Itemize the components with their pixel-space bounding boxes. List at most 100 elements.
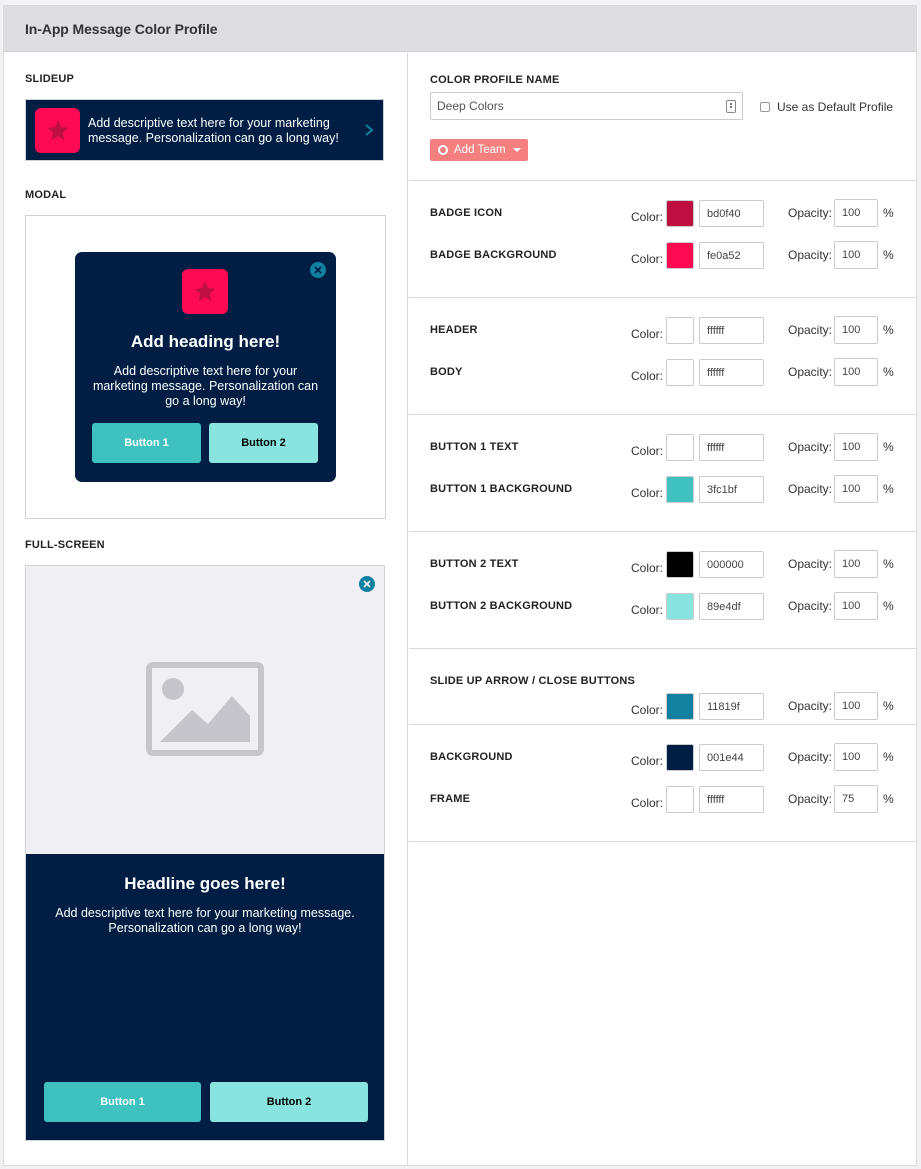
hex-input[interactable]: 001e44 [699, 744, 764, 771]
opacity-input[interactable]: 100 [834, 592, 878, 620]
profile-name-value: Deep Colors [437, 99, 504, 113]
modal-button-1[interactable]: Button 1 [92, 423, 201, 463]
hex-input[interactable]: 3fc1bf [699, 476, 764, 503]
divider [409, 414, 916, 415]
add-team-button[interactable]: Add Team [430, 139, 528, 161]
color-swatch[interactable] [666, 359, 694, 386]
opacity-label: Opacity: [788, 206, 833, 220]
percent-sign: % [883, 750, 894, 764]
color-label: Color: [631, 210, 664, 224]
hex-input[interactable]: 000000 [699, 551, 764, 578]
row-label: HEADER [430, 324, 478, 336]
opacity-label: Opacity: [788, 750, 833, 764]
color-swatch[interactable] [666, 786, 694, 813]
opacity-label: Opacity: [788, 440, 833, 454]
slideup-preview: Add descriptive text here for your marke… [25, 99, 384, 161]
opacity-label: Opacity: [788, 699, 833, 713]
color-label: Color: [631, 796, 664, 810]
opacity-input[interactable]: 100 [834, 433, 878, 461]
opacity-input[interactable]: 100 [834, 316, 878, 344]
percent-sign: % [883, 365, 894, 379]
modal-body-text: Add descriptive text here for your marke… [92, 364, 319, 408]
color-swatch[interactable] [666, 693, 694, 720]
opacity-label: Opacity: [788, 248, 833, 262]
hex-input[interactable]: ffffff [699, 434, 764, 461]
color-swatch[interactable] [666, 476, 694, 503]
color-label: Color: [631, 703, 664, 717]
modal-button-2[interactable]: Button 2 [209, 423, 318, 463]
row-label: FRAME [430, 793, 471, 805]
divider [409, 297, 916, 298]
opacity-input[interactable]: 100 [834, 692, 878, 720]
hex-input[interactable]: 89e4df [699, 593, 764, 620]
color-label: Color: [631, 327, 664, 341]
opacity-label: Opacity: [788, 599, 833, 613]
row-label: BADGE ICON [430, 207, 503, 219]
fullscreen-heading: Headline goes here! [124, 874, 286, 893]
modal-badge [182, 269, 228, 314]
panel-title: In-App Message Color Profile [25, 21, 218, 37]
close-icon[interactable] [359, 576, 375, 592]
slideup-badge [35, 108, 80, 153]
color-profile-panel: In-App Message Color Profile SLIDEUP Add… [3, 5, 917, 1166]
color-label: Color: [631, 754, 664, 768]
fullscreen-content: Headline goes here! Add descriptive text… [26, 854, 384, 1140]
modal-heading: Add heading here! [130, 332, 281, 351]
hex-input[interactable]: ffffff [699, 786, 764, 813]
percent-sign: % [883, 557, 894, 571]
slideup-text: Add descriptive text here for your marke… [88, 116, 339, 145]
divider [409, 648, 916, 649]
fullscreen-button-1[interactable]: Button 1 [44, 1082, 201, 1122]
row-label: BODY [430, 366, 463, 378]
globe-icon [438, 145, 448, 155]
percent-sign: % [883, 206, 894, 220]
color-swatch[interactable] [666, 744, 694, 771]
opacity-label: Opacity: [788, 323, 833, 337]
settings-column: COLOR PROFILE NAME Deep Colors Use as De… [409, 53, 916, 1165]
percent-sign: % [883, 599, 894, 613]
opacity-input[interactable]: 100 [834, 743, 878, 771]
opacity-label: Opacity: [788, 792, 833, 806]
color-swatch[interactable] [666, 242, 694, 269]
star-icon [47, 120, 68, 141]
default-profile-checkbox[interactable]: Use as Default Profile [760, 100, 893, 114]
star-icon [194, 281, 216, 302]
chevron-right-icon[interactable] [362, 122, 376, 138]
percent-sign: % [883, 248, 894, 262]
slideup-section-label: SLIDEUP [25, 73, 75, 85]
color-swatch[interactable] [666, 551, 694, 578]
row-label: SLIDE UP ARROW / CLOSE BUTTONS [430, 675, 636, 687]
percent-sign: % [883, 792, 894, 806]
opacity-label: Opacity: [788, 482, 833, 496]
hex-input[interactable]: 11819f [699, 693, 764, 720]
opacity-input[interactable]: 100 [834, 358, 878, 386]
opacity-input[interactable]: 100 [834, 199, 878, 227]
hex-input[interactable]: bd0f40 [699, 200, 764, 227]
add-team-label: Add Team [454, 144, 506, 156]
color-swatch[interactable] [666, 317, 694, 344]
color-label: Color: [631, 561, 664, 575]
opacity-input[interactable]: 100 [834, 550, 878, 578]
modal-preview: Add heading here! Add descriptive text h… [75, 252, 336, 482]
color-label: Color: [631, 603, 664, 617]
color-label: Color: [631, 252, 664, 266]
profile-name-input[interactable]: Deep Colors [430, 92, 743, 120]
checkbox-box[interactable] [760, 102, 770, 112]
hex-input[interactable]: ffffff [699, 317, 764, 344]
profile-name-label: COLOR PROFILE NAME [430, 74, 560, 86]
close-icon[interactable] [310, 262, 326, 278]
color-swatch[interactable] [666, 434, 694, 461]
fullscreen-button-2[interactable]: Button 2 [210, 1082, 368, 1122]
opacity-input[interactable]: 100 [834, 241, 878, 269]
color-label: Color: [631, 486, 664, 500]
row-label: BACKGROUND [430, 751, 513, 763]
color-swatch[interactable] [666, 593, 694, 620]
opacity-input[interactable]: 75 [834, 785, 878, 813]
hex-input[interactable]: fe0a52 [699, 242, 764, 269]
percent-sign: % [883, 482, 894, 496]
opacity-input[interactable]: 100 [834, 475, 878, 503]
fullscreen-section-label: FULL-SCREEN [25, 539, 105, 551]
hex-input[interactable]: ffffff [699, 359, 764, 386]
autofill-icon[interactable] [726, 100, 736, 113]
color-swatch[interactable] [666, 200, 694, 227]
